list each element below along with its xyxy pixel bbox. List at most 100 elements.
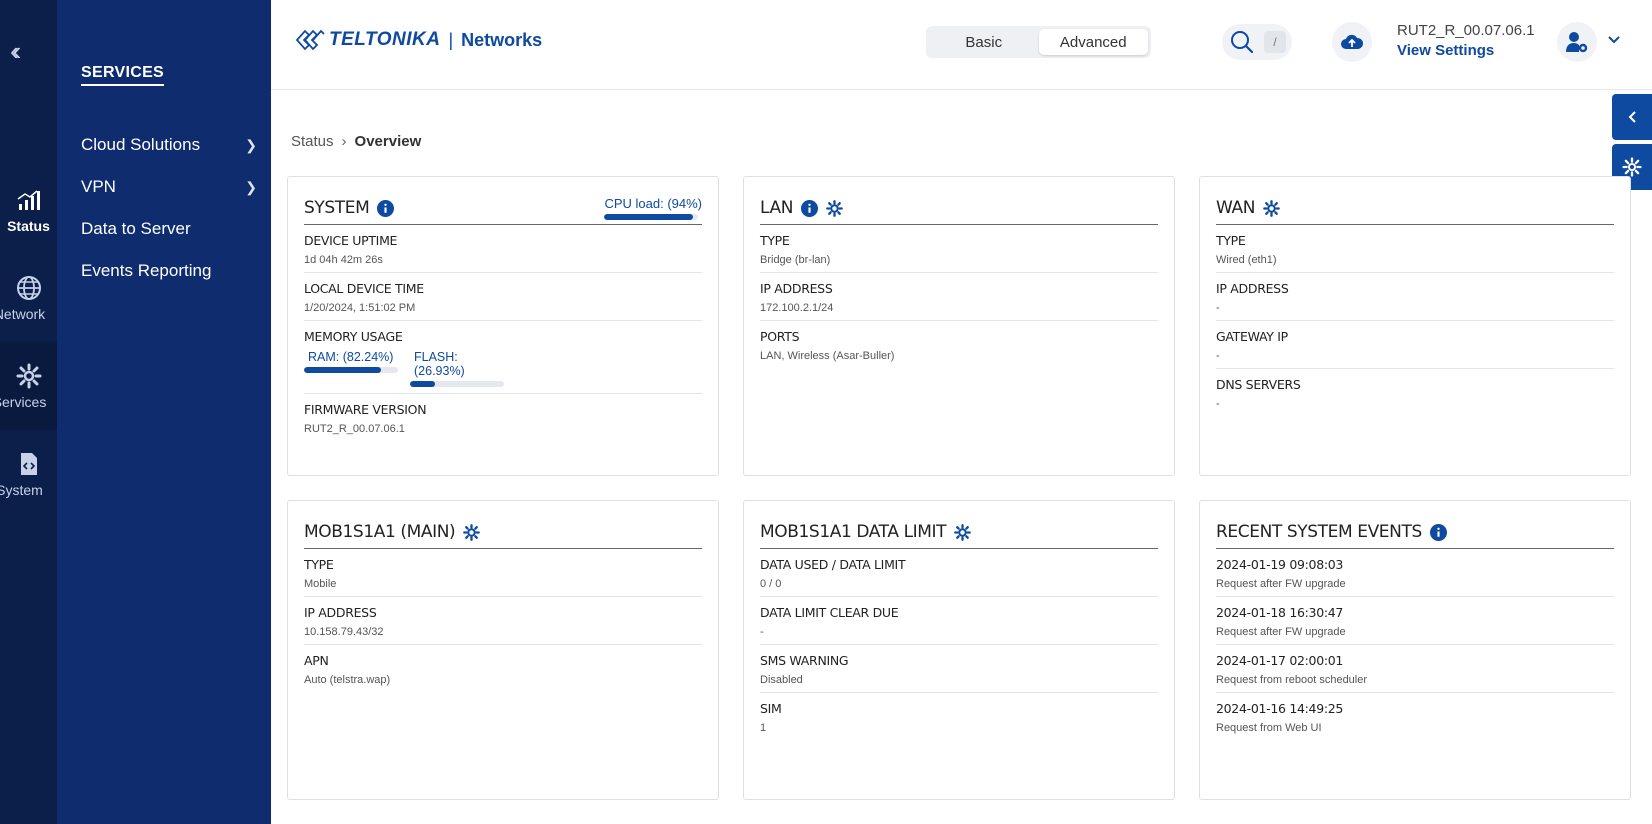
flash-usage-fill	[410, 381, 436, 387]
breadcrumb-parent[interactable]: Status	[291, 133, 334, 150]
event-item: 2024-01-17 02:00:01 Request from reboot …	[1216, 645, 1614, 693]
card-title: RECENT SYSTEM EVENTS	[1216, 522, 1447, 542]
gear-icon[interactable]	[826, 199, 843, 217]
event-item: 2024-01-18 16:30:47 Request after FW upg…	[1216, 597, 1614, 645]
mode-basic-button[interactable]: Basic	[929, 29, 1039, 55]
chevron-down-icon[interactable]	[1607, 32, 1621, 50]
subnav-item-events-reporting[interactable]: Events Reporting	[81, 261, 257, 281]
cpu-load-label: CPU load: (94%)	[604, 196, 702, 211]
search-icon	[1231, 31, 1254, 54]
field-value: 1	[760, 722, 767, 734]
cpu-load-bar	[604, 214, 699, 220]
field-label: MEMORY USAGE	[304, 329, 403, 344]
chevron-right-icon: ❯	[245, 178, 257, 195]
user-menu-button[interactable]	[1557, 22, 1597, 62]
field-value: Mobile	[304, 578, 337, 590]
field-ip-address: IP ADDRESS 10.158.79.43/32	[304, 597, 702, 645]
event-description: Request after FW upgrade	[1216, 578, 1346, 590]
rail-item-status[interactable]: Status	[0, 166, 57, 254]
event-description: Request after FW upgrade	[1216, 626, 1346, 638]
field-label: TYPE	[304, 557, 334, 572]
subnav-item-vpn[interactable]: VPN ❯	[81, 177, 257, 197]
subnav-label: VPN	[81, 177, 116, 196]
field-label: DNS SERVERS	[1216, 377, 1301, 392]
mobile-title: MOB1S1A1 (MAIN)	[304, 522, 456, 542]
field-label: DATA LIMIT CLEAR DUE	[760, 605, 899, 620]
rail-item-services[interactable]: Services	[0, 342, 57, 430]
field-value: Bridge (br-lan)	[760, 254, 831, 266]
search-button[interactable]: /	[1222, 24, 1292, 60]
card-title: WAN	[1216, 198, 1280, 218]
field-label: APN	[304, 653, 329, 668]
field-local-device-time: LOCAL DEVICE TIME 1/20/2024, 1:51:02 PM	[304, 273, 702, 321]
ram-usage: RAM: (82.24%)	[304, 350, 398, 387]
mode-advanced-button[interactable]: Advanced	[1038, 29, 1148, 55]
rail-label-services: Services	[0, 394, 47, 410]
field-label: DATA USED / DATA LIMIT	[760, 557, 906, 572]
flash-usage-bar	[410, 381, 504, 387]
field-label: TYPE	[1216, 233, 1246, 248]
field-apn: APN Auto (telstra.wap)	[304, 645, 702, 692]
flash-usage: FLASH: (26.93%)	[410, 350, 504, 387]
mobile-card: MOB1S1A1 (MAIN) TYPE Mobile IP ADDRESS 1…	[287, 500, 719, 800]
ram-usage-fill	[304, 367, 382, 373]
event-timestamp: 2024-01-17 02:00:01	[1216, 653, 1344, 668]
event-timestamp: 2024-01-18 16:30:47	[1216, 605, 1344, 620]
field-value: 10.158.79.43/32	[304, 626, 384, 638]
brand-suffix: Networks	[461, 29, 543, 50]
rail-label-status: Status	[7, 218, 50, 234]
field-value: -	[1216, 302, 1220, 314]
info-icon[interactable]	[801, 199, 819, 217]
subnav-label: Events Reporting	[81, 261, 212, 280]
field-type: TYPE Bridge (br-lan)	[760, 225, 1158, 273]
field-value: Auto (telstra.wap)	[304, 674, 391, 686]
field-value: 1/20/2024, 1:51:02 PM	[304, 302, 416, 314]
field-label: PORTS	[760, 329, 800, 344]
file-code-icon	[19, 450, 39, 478]
brand-separator: |	[448, 29, 454, 50]
globe-icon	[16, 274, 42, 302]
subnav-item-data-to-server[interactable]: Data to Server	[81, 219, 257, 239]
gear-icon[interactable]	[1263, 199, 1280, 217]
field-value: LAN, Wireless (Asar-Buller)	[760, 350, 895, 362]
field-value: -	[1216, 350, 1220, 362]
view-settings-link[interactable]: View Settings	[1397, 42, 1535, 59]
breadcrumb: Status › Overview	[291, 133, 421, 150]
cloud-upload-button[interactable]	[1332, 22, 1372, 62]
info-icon[interactable]	[1429, 523, 1447, 541]
user-gear-icon	[1566, 32, 1588, 53]
info-icon[interactable]	[377, 199, 395, 217]
expand-panel-button[interactable]	[1612, 94, 1652, 140]
field-value: -	[760, 626, 764, 638]
field-dns-servers: DNS SERVERS -	[1216, 369, 1614, 416]
subnav-item-cloud-solutions[interactable]: Cloud Solutions ❯	[81, 135, 257, 155]
card-title: SYSTEM	[304, 198, 395, 218]
gear-icon[interactable]	[463, 523, 481, 541]
rail-item-system[interactable]: System	[0, 430, 57, 518]
signal-bars-icon	[17, 186, 41, 214]
top-header: TELTONIKA | Networks Basic Advanced / RU…	[271, 0, 1652, 90]
icon-rail: ‹‹ Status Network Services System	[0, 0, 57, 824]
subnav-title: SERVICES	[81, 64, 165, 86]
event-description: Request from Web UI	[1216, 722, 1322, 734]
collapse-sidebar-icon[interactable]: ‹‹	[10, 36, 22, 67]
firmware-version: RUT2_R_00.07.06.1	[1397, 22, 1535, 39]
lan-title: LAN	[760, 198, 794, 218]
event-timestamp: 2024-01-19 09:08:03	[1216, 557, 1344, 572]
card-title: LAN	[760, 198, 843, 218]
field-ip-address: IP ADDRESS 172.100.2.1/24	[760, 273, 1158, 321]
chevron-right-icon: ›	[341, 133, 347, 150]
card-title: MOB1S1A1 (MAIN)	[304, 522, 481, 542]
gear-icon[interactable]	[954, 523, 972, 541]
rail-item-network[interactable]: Network	[0, 254, 57, 342]
field-data-used: DATA USED / DATA LIMIT 0 / 0	[760, 549, 1158, 597]
field-label: IP ADDRESS	[1216, 281, 1289, 296]
recent-events-card: RECENT SYSTEM EVENTS 2024-01-19 09:08:03…	[1199, 500, 1631, 800]
firmware-info: RUT2_R_00.07.06.1 View Settings	[1397, 22, 1535, 59]
field-ip-address: IP ADDRESS -	[1216, 273, 1614, 321]
field-label: IP ADDRESS	[304, 605, 377, 620]
chevron-right-icon: ❯	[245, 136, 257, 153]
teltonika-logo[interactable]: TELTONIKA | Networks	[295, 28, 542, 52]
field-sim: SIM 1	[760, 693, 1158, 740]
flash-usage-label: FLASH: (26.93%)	[414, 350, 465, 378]
